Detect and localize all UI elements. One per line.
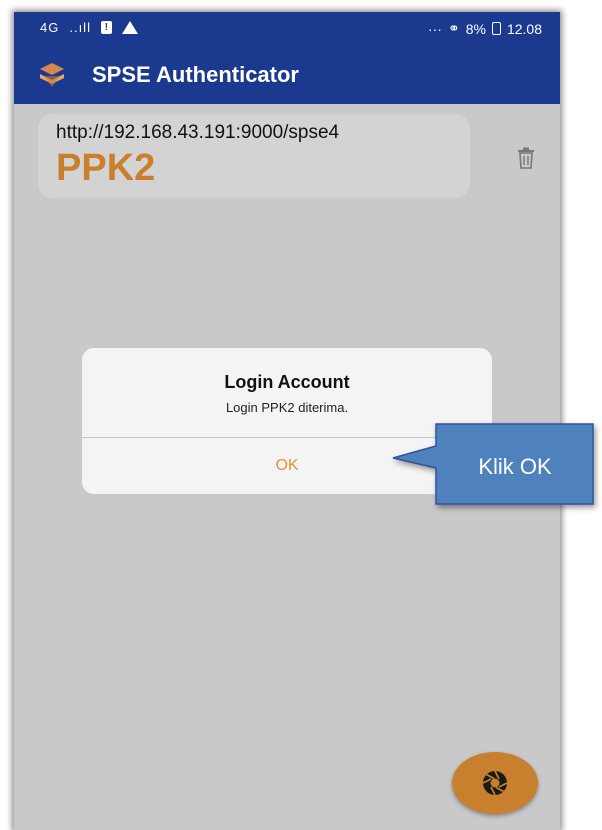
- network-type: 4G: [40, 20, 60, 35]
- sim-alert-icon: !: [100, 21, 112, 34]
- warning-icon: [121, 21, 138, 34]
- account-url: http://192.168.43.191:9000/spse4: [56, 122, 340, 143]
- app-bar: SPSE Authenticator: [14, 46, 560, 104]
- account-card[interactable]: http://192.168.43.191:9000/spse4 PPK2: [38, 114, 470, 198]
- shutter-icon: [482, 770, 508, 796]
- scan-fab-button[interactable]: [452, 752, 538, 814]
- hotspot-icon: ⚭: [447, 20, 460, 36]
- app-logo-icon: [40, 63, 64, 87]
- dialog-title: Login Account: [224, 372, 350, 392]
- overflow-dots: ···: [427, 20, 442, 37]
- ok-button[interactable]: OK: [82, 438, 492, 494]
- trash-icon[interactable]: [516, 147, 536, 169]
- callout-text: Klik OK: [478, 454, 552, 479]
- clock: 12.08: [506, 20, 542, 37]
- signal-strength-icon: ..ıll: [69, 20, 91, 35]
- status-bar: 4G ..ıll ! ··· ⚭ 8% 12.08: [14, 12, 560, 46]
- battery-level: 8%: [465, 20, 486, 37]
- account-name: PPK2: [56, 147, 156, 189]
- phone-screen: 4G ..ıll ! ··· ⚭ 8% 12.08 SPSE Authentic…: [14, 12, 560, 830]
- login-dialog: Login Account Login PPK2 diterima. OK: [82, 348, 492, 494]
- app-title: SPSE Authenticator: [92, 62, 299, 87]
- dialog-message: Login PPK2 diterima.: [225, 400, 349, 415]
- battery-icon: [491, 22, 501, 35]
